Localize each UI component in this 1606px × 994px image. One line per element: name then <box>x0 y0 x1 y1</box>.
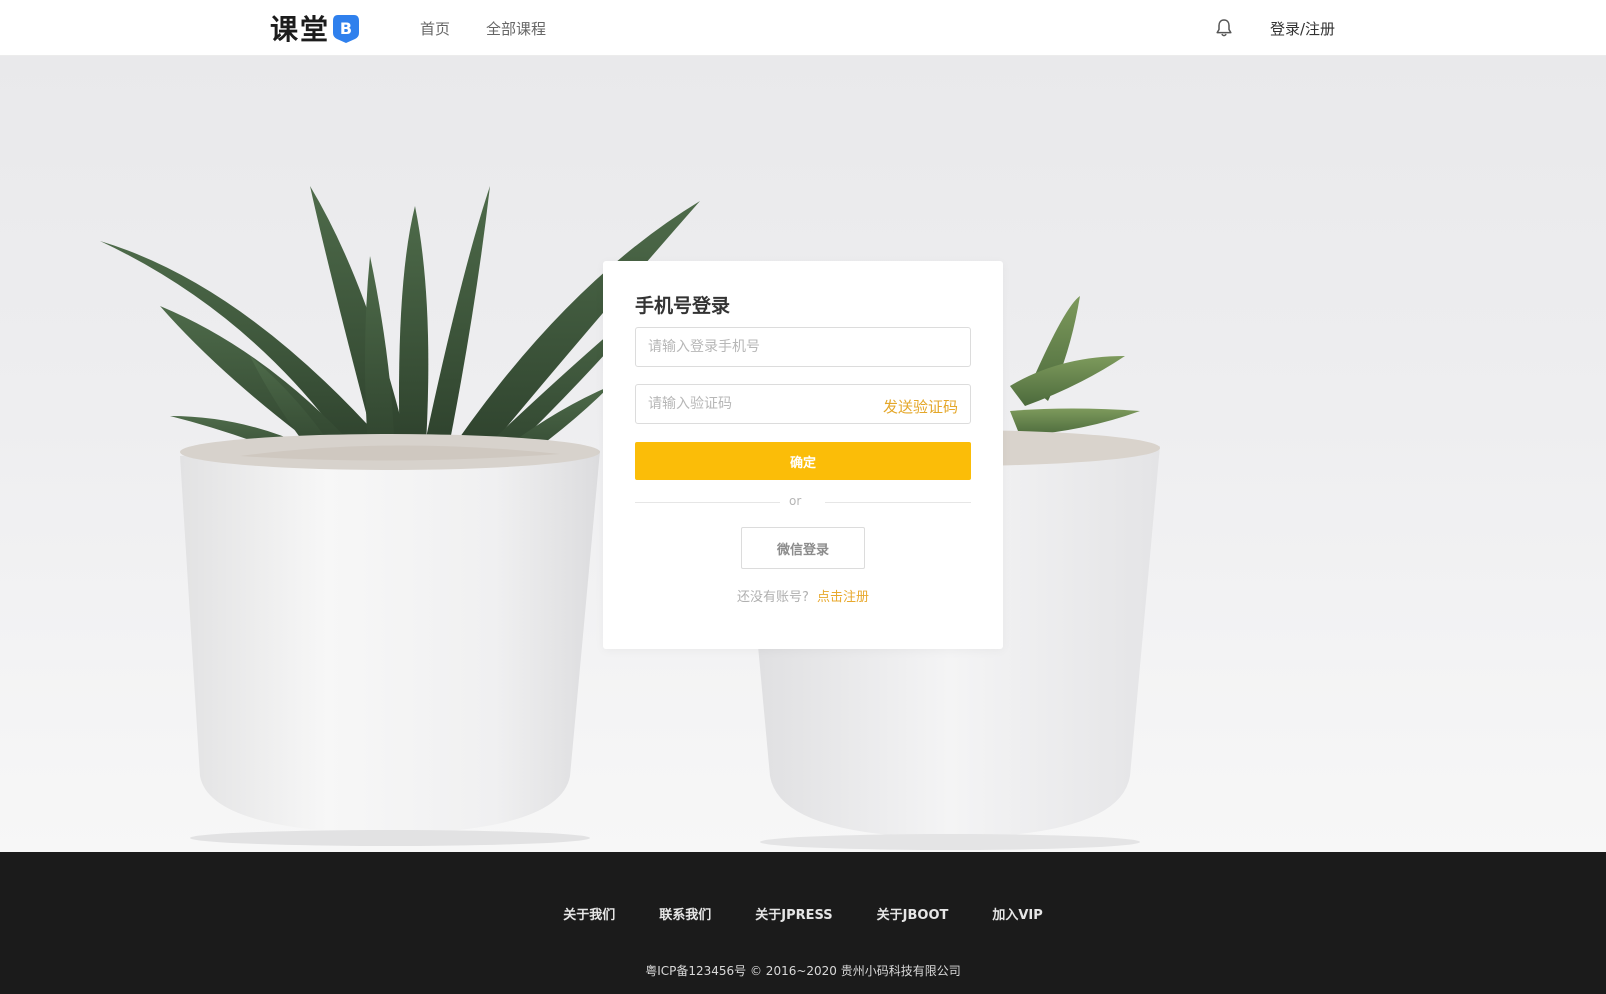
register-link[interactable]: 点击注册 <box>817 590 869 605</box>
logo-badge-letter: B <box>340 19 352 38</box>
phone-field <box>635 327 971 367</box>
login-register-link[interactable]: 登录/注册 <box>1270 18 1335 39</box>
site-logo[interactable]: 课堂 B <box>270 10 360 46</box>
login-title: 手机号登录 <box>635 295 731 317</box>
copyright-text: 粤ICP备123456号 © 2016~2020 贵州小码科技有限公司 <box>645 964 961 978</box>
login-card: 手机号登录 发送验证码 确定 or 微信登录 还没有账号? 点击注册 <box>603 261 1003 649</box>
or-separator: or <box>789 494 802 508</box>
logo-text: 课堂 <box>270 13 331 46</box>
footer-link-join-vip[interactable]: 加入VIP <box>992 904 1042 923</box>
footer-link-about-jboot[interactable]: 关于JBOOT <box>877 904 949 923</box>
wechat-login-button[interactable]: 微信登录 <box>741 527 865 569</box>
confirm-button[interactable]: 确定 <box>635 442 971 480</box>
no-account-text: 还没有账号? <box>737 590 809 605</box>
footer-links: 关于我们 联系我们 关于JPRESS 关于JBOOT 加入VIP <box>0 904 1606 923</box>
nav-all-courses[interactable]: 全部课程 <box>486 18 546 39</box>
main-nav: 首页 全部课程 <box>420 18 546 39</box>
footer: 关于我们 联系我们 关于JPRESS 关于JBOOT 加入VIP 粤ICP备12… <box>0 852 1606 994</box>
divider-left <box>635 502 780 503</box>
register-row: 还没有账号? 点击注册 <box>603 586 1003 605</box>
divider-right <box>825 502 971 503</box>
top-navbar: 课堂 B 首页 全部课程 登录/注册 <box>0 0 1606 56</box>
phone-input[interactable] <box>636 328 970 366</box>
bell-icon[interactable] <box>1213 17 1235 39</box>
footer-link-about-jpress[interactable]: 关于JPRESS <box>755 904 832 923</box>
code-field: 发送验证码 <box>635 384 971 424</box>
send-code-button[interactable]: 发送验证码 <box>883 396 958 417</box>
footer-link-about-us[interactable]: 关于我们 <box>563 904 615 923</box>
nav-home[interactable]: 首页 <box>420 18 450 39</box>
verification-code-input[interactable] <box>636 385 856 423</box>
logo-badge-icon: B <box>333 15 360 43</box>
hero-background: 手机号登录 发送验证码 确定 or 微信登录 还没有账号? 点击注册 <box>0 56 1606 852</box>
footer-link-contact-us[interactable]: 联系我们 <box>659 904 711 923</box>
